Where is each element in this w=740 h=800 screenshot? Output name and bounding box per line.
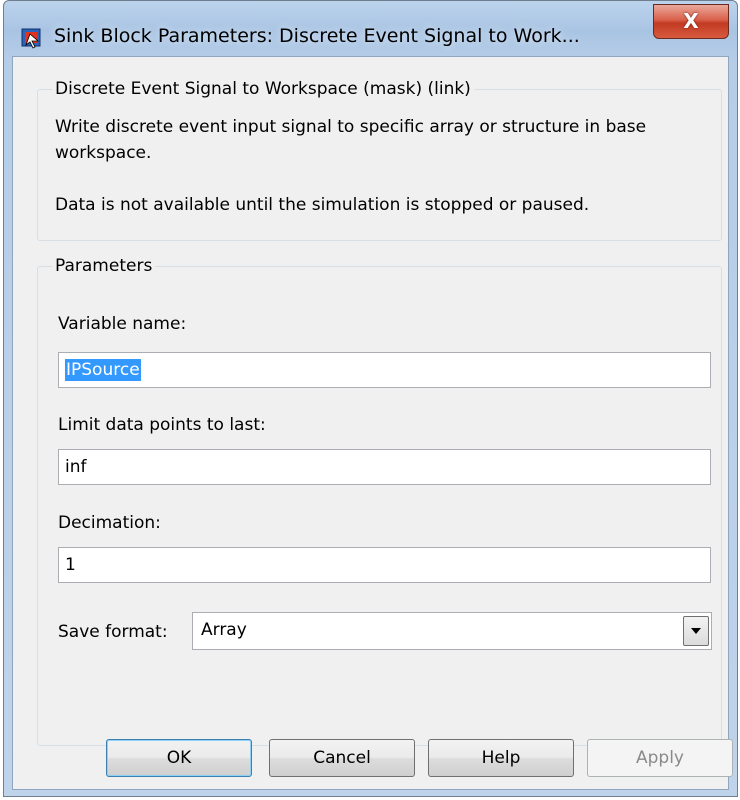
variable-name-label: Variable name:	[58, 314, 187, 334]
description-line-1: Write discrete event input signal to spe…	[55, 117, 647, 137]
parameters-group-title: Parameters	[52, 255, 156, 277]
simulink-block-icon	[21, 27, 43, 49]
limit-data-points-value: inf	[65, 457, 87, 477]
variable-name-input[interactable]: IPSource	[58, 352, 711, 388]
dialog-window: Sink Block Parameters: Discrete Event Si…	[3, 0, 738, 797]
save-format-value: Array	[201, 620, 247, 640]
ok-button[interactable]: OK	[106, 739, 252, 777]
help-button[interactable]: Help	[428, 739, 574, 777]
decimation-label: Decimation:	[58, 513, 161, 533]
dropdown-arrow-button[interactable]	[683, 616, 709, 646]
description-group-title: Discrete Event Signal to Workspace (mask…	[52, 78, 474, 100]
decimation-value: 1	[65, 555, 76, 575]
variable-name-value: IPSource	[65, 359, 141, 381]
dialog-client-area: Discrete Event Signal to Workspace (mask…	[12, 56, 729, 790]
save-format-label: Save format:	[58, 622, 168, 642]
description-line-3: Data is not available until the simulati…	[55, 195, 590, 215]
chevron-down-icon	[691, 628, 701, 634]
close-icon: X	[683, 9, 699, 33]
limit-data-points-input[interactable]: inf	[58, 449, 711, 485]
title-bar[interactable]: Sink Block Parameters: Discrete Event Si…	[4, 1, 737, 61]
parameters-group: Parameters	[37, 255, 722, 746]
apply-button[interactable]: Apply	[587, 739, 733, 777]
description-group: Discrete Event Signal to Workspace (mask…	[37, 78, 722, 241]
close-button[interactable]: X	[653, 4, 729, 39]
decimation-input[interactable]: 1	[58, 547, 711, 583]
cancel-button[interactable]: Cancel	[269, 739, 415, 777]
save-format-select[interactable]: Array	[192, 612, 712, 650]
window-title: Sink Block Parameters: Discrete Event Si…	[54, 25, 580, 47]
description-line-2: workspace.	[55, 143, 152, 163]
limit-data-points-label: Limit data points to last:	[58, 415, 266, 435]
